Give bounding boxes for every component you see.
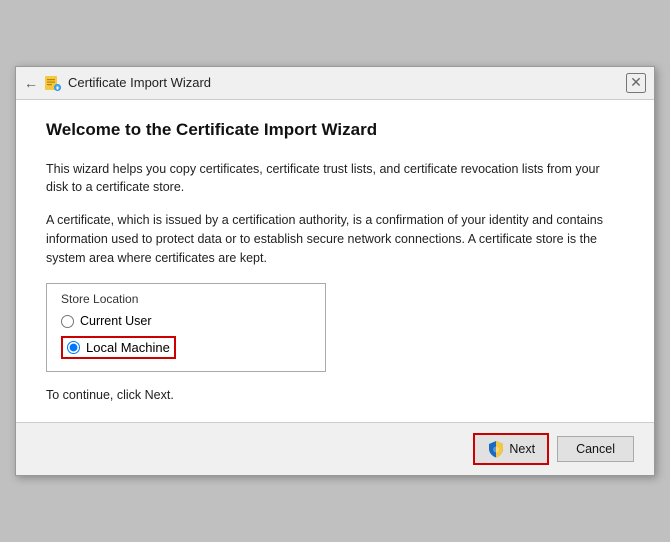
- store-location-group: Store Location Current User Local Machin…: [46, 283, 326, 372]
- next-button[interactable]: Next: [473, 433, 549, 465]
- current-user-label[interactable]: Current User: [80, 314, 152, 328]
- footer: Next Cancel: [16, 422, 654, 475]
- back-arrow[interactable]: ←: [24, 75, 38, 91]
- description-2: A certificate, which is issued by a cert…: [46, 211, 624, 267]
- title-bar: ← Certificate Import Wizard ✕: [16, 67, 654, 100]
- store-location-label: Store Location: [61, 292, 311, 306]
- continue-text: To continue, click Next.: [46, 388, 624, 402]
- shield-icon: [487, 440, 505, 458]
- local-machine-label[interactable]: Local Machine: [86, 340, 170, 355]
- current-user-radio[interactable]: [61, 315, 74, 328]
- wizard-heading: Welcome to the Certificate Import Wizard: [46, 120, 624, 140]
- local-machine-row-highlight: Local Machine: [61, 336, 176, 359]
- title-bar-title: Certificate Import Wizard: [68, 75, 211, 90]
- cancel-button[interactable]: Cancel: [557, 436, 634, 462]
- certificate-icon: [44, 74, 62, 92]
- current-user-row: Current User: [61, 314, 311, 328]
- local-machine-radio[interactable]: [67, 341, 80, 354]
- next-label: Next: [509, 442, 535, 456]
- wizard-window: ← Certificate Import Wizard ✕ Welcome to…: [15, 66, 655, 477]
- description-1: This wizard helps you copy certificates,…: [46, 160, 624, 198]
- wizard-content: Welcome to the Certificate Import Wizard…: [16, 100, 654, 423]
- close-button[interactable]: ✕: [626, 73, 646, 93]
- title-bar-left: ← Certificate Import Wizard: [24, 74, 211, 92]
